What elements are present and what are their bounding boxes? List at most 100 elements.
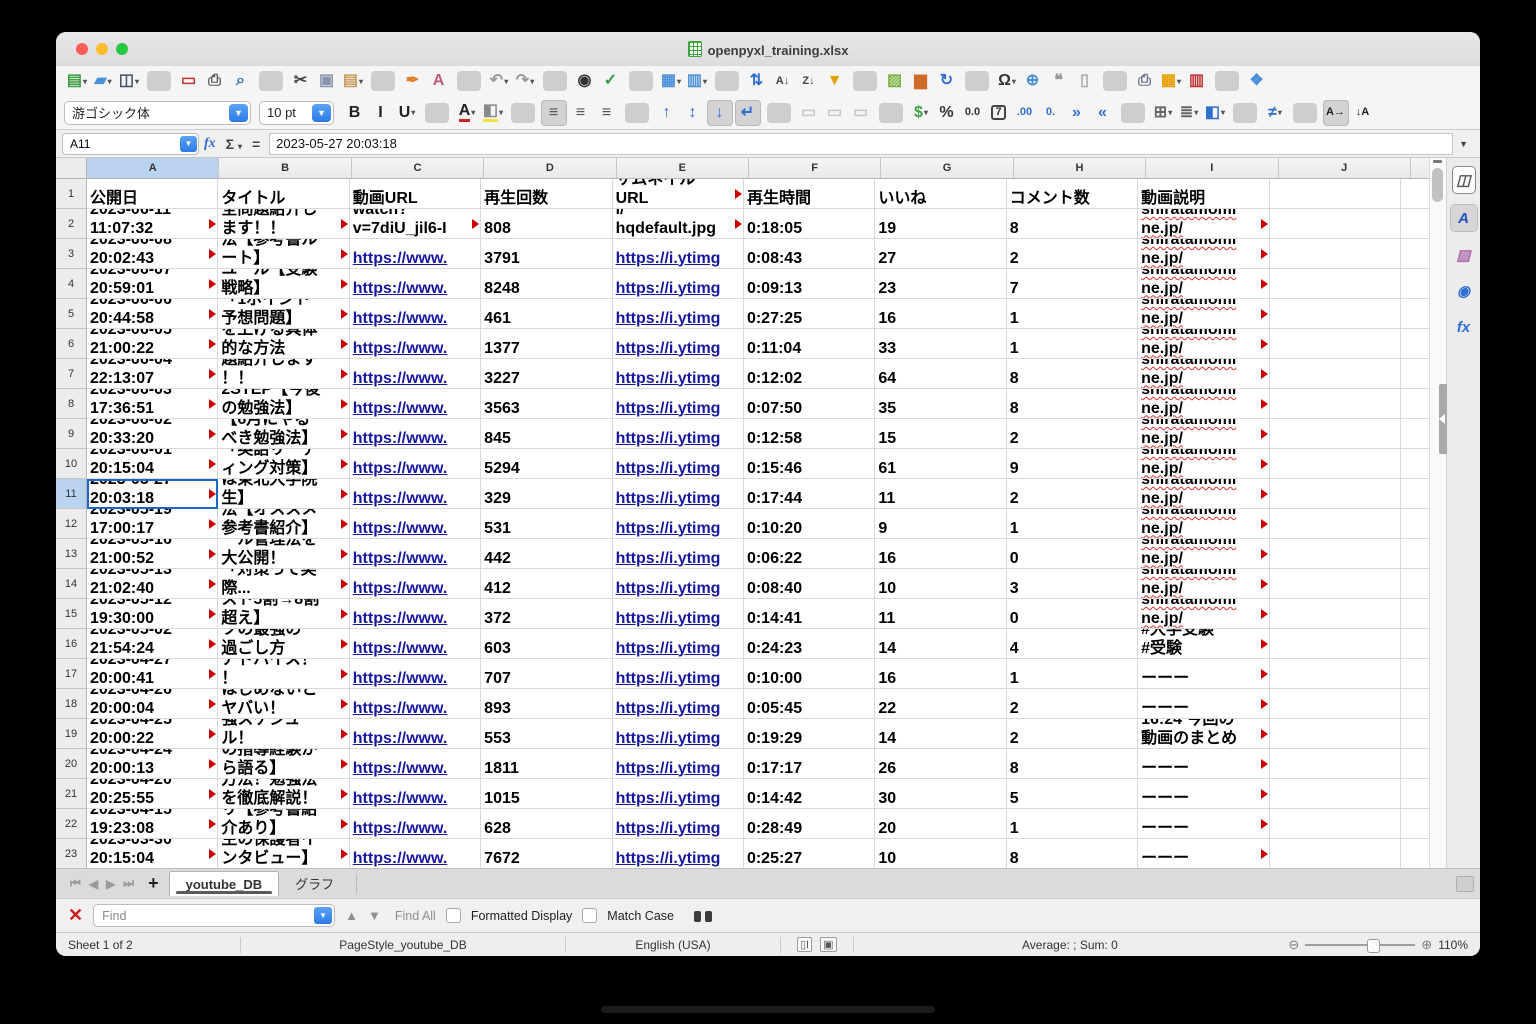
grid-cell[interactable]: 35 xyxy=(875,389,1006,419)
delete-decimal[interactable]: 0. xyxy=(1039,101,1063,125)
grid-cell[interactable]: はじめないとヤバい！ xyxy=(218,689,349,719)
grid-cell[interactable]: ーーー xyxy=(1138,659,1269,689)
grid-cell[interactable]: 553 xyxy=(481,719,612,749)
sheet-tab[interactable]: グラフ xyxy=(279,872,350,896)
grid-cell[interactable]: 「英語リーディング対策】 xyxy=(218,449,349,479)
grid-cell[interactable]: 2023-05-1621:00:52 xyxy=(87,539,218,569)
grid-cell[interactable]: https://i.ytimg xyxy=(613,389,744,419)
row-header[interactable]: 1 xyxy=(56,179,87,209)
grid-cell[interactable]: 1 xyxy=(1007,659,1138,689)
grid-cell[interactable]: 2023-06-0521:00:22 xyxy=(87,329,218,359)
grid-cell[interactable]: 2 xyxy=(1007,689,1138,719)
column-header[interactable]: B xyxy=(219,158,351,178)
row-header[interactable]: 6 xyxy=(56,329,87,359)
sort-descending[interactable]: Z↓ xyxy=(797,69,821,93)
grid-cell[interactable]: 14 xyxy=(875,629,1006,659)
grid-cell[interactable]: 「対策って実際... xyxy=(218,569,349,599)
grid-cell[interactable]: 0:05:45 xyxy=(744,689,875,719)
grid-cell[interactable]: 0:10:20 xyxy=(744,509,875,539)
grid-cell[interactable]: 372 xyxy=(481,599,612,629)
insert-image[interactable]: ▨ xyxy=(883,69,907,93)
grid-cell[interactable] xyxy=(1270,539,1401,569)
grid-cell[interactable]: 3227 xyxy=(481,359,612,389)
grid-cell[interactable]: https://www. xyxy=(350,389,481,419)
grid-cell[interactable]: ユール【受験戦略】 xyxy=(218,269,349,299)
grid-cell[interactable] xyxy=(1270,449,1401,479)
grid-cell[interactable]: 0:28:49 xyxy=(744,809,875,839)
functions-icon[interactable]: fx xyxy=(1451,314,1477,340)
border-color[interactable]: ◧▾ xyxy=(1203,101,1227,125)
grid-cell[interactable]: 2STEP【今後の勉強法】 xyxy=(218,389,349,419)
align-center[interactable]: ≡ xyxy=(569,101,593,125)
pivot-table[interactable]: ↻ xyxy=(935,69,959,93)
grid-cell[interactable]: 法【参考書ルート】 xyxy=(218,239,349,269)
grid-cell[interactable]: 3791 xyxy=(481,239,612,269)
grid-cell[interactable]: 15 xyxy=(875,419,1006,449)
grid-cell[interactable]: https://www. xyxy=(350,839,481,868)
print[interactable]: ⎙ xyxy=(203,69,227,93)
grid-cell[interactable]: 893 xyxy=(481,689,612,719)
row-header[interactable]: 18 xyxy=(56,689,87,719)
grid-cell[interactable]: 0:08:43 xyxy=(744,239,875,269)
row-header[interactable]: 7 xyxy=(56,359,87,389)
italic[interactable]: I xyxy=(369,101,393,125)
grid-cell[interactable]: 0:17:44 xyxy=(744,479,875,509)
sep[interactable] xyxy=(629,71,653,91)
grid-cell[interactable]: 531 xyxy=(481,509,612,539)
last-sheet-button[interactable]: ⏭ xyxy=(123,876,134,891)
grid-cell[interactable]: ーーー xyxy=(1138,779,1269,809)
row-header[interactable]: 22 xyxy=(56,809,87,839)
grid-cell[interactable]: 2023-06-0220:33:20 xyxy=(87,419,218,449)
grid-cell[interactable]: 2023-05-1321:02:40 xyxy=(87,569,218,599)
grid-cell[interactable]: 2023-03-3020:15:04 xyxy=(87,839,218,868)
grid-cell[interactable]: 生の保護者インタビュー】 xyxy=(218,839,349,868)
language-status[interactable]: English (USA) xyxy=(578,938,768,952)
grid-cell[interactable]: https://www. xyxy=(350,719,481,749)
row-header[interactable]: 3 xyxy=(56,239,87,269)
grid-cell[interactable]: 22 xyxy=(875,689,1006,719)
grid-cell[interactable]: shiratamomine.jp/ xyxy=(1138,359,1269,389)
grid-cell[interactable]: 8 xyxy=(1007,839,1138,868)
grid-cell[interactable]: shiratamomine.jp/ xyxy=(1138,269,1269,299)
grid-cell[interactable]: 【6月にやるべき勉強法】 xyxy=(218,419,349,449)
grid-cell[interactable]: 1 xyxy=(1007,509,1138,539)
date-format[interactable]: 7 xyxy=(987,101,1011,125)
grid-cell[interactable] xyxy=(1270,509,1401,539)
special-character[interactable]: Ω▾ xyxy=(995,69,1019,93)
sep[interactable] xyxy=(259,71,283,91)
grid-cell[interactable] xyxy=(1270,329,1401,359)
grid-cell[interactable]: サムネイルURL xyxy=(613,179,744,209)
grid-cell[interactable]: https://www. xyxy=(350,749,481,779)
grid-cell[interactable]: 2023-06-0720:59:01 xyxy=(87,269,218,299)
grid-cell[interactable]: 4 xyxy=(1007,629,1138,659)
zoom-level[interactable]: 110% xyxy=(1438,938,1468,952)
freeze-rows[interactable]: ▥ xyxy=(1185,69,1209,93)
grid-cell[interactable]: https://www. xyxy=(350,269,481,299)
grid-cell[interactable]: 20 xyxy=(875,809,1006,839)
name-box[interactable]: A11▼ xyxy=(62,133,199,155)
row-header[interactable]: 23 xyxy=(56,839,87,868)
grid-cell[interactable]: 16 xyxy=(875,299,1006,329)
new-document[interactable]: ▤▾ xyxy=(65,69,89,93)
grid-cell[interactable]: 0 xyxy=(1007,599,1138,629)
find-previous-button[interactable]: ▲ xyxy=(345,908,358,923)
chevron-down-icon[interactable]: ▼ xyxy=(312,104,331,122)
chevron-down-icon[interactable]: ▼ xyxy=(180,136,197,152)
grid-cell[interactable]: https://www. xyxy=(350,419,481,449)
autoformat-table[interactable]: ▦▾ xyxy=(1159,69,1183,93)
sep[interactable] xyxy=(715,71,739,91)
grid-cell[interactable]: https://i.ytimg xyxy=(613,629,744,659)
text-direction-ltr[interactable]: A→ xyxy=(1323,100,1349,126)
first-sheet-button[interactable]: ⏮ xyxy=(70,876,81,891)
grid-cell[interactable]: 9 xyxy=(875,509,1006,539)
grid-cell[interactable]: 23 xyxy=(875,269,1006,299)
grid-cell[interactable]: 0:14:42 xyxy=(744,779,875,809)
grid-cell[interactable] xyxy=(1270,359,1401,389)
align-top[interactable]: ↑ xyxy=(655,101,679,125)
previous-sheet-button[interactable]: ◀ xyxy=(89,877,98,891)
row-header[interactable]: 13 xyxy=(56,539,87,569)
row-header[interactable]: 17 xyxy=(56,659,87,689)
grid-cell[interactable]: https://i.ytimg xyxy=(613,419,744,449)
grid-cell[interactable]: 11 xyxy=(875,599,1006,629)
grid-cell[interactable]: 2023-06-0422:13:07 xyxy=(87,359,218,389)
